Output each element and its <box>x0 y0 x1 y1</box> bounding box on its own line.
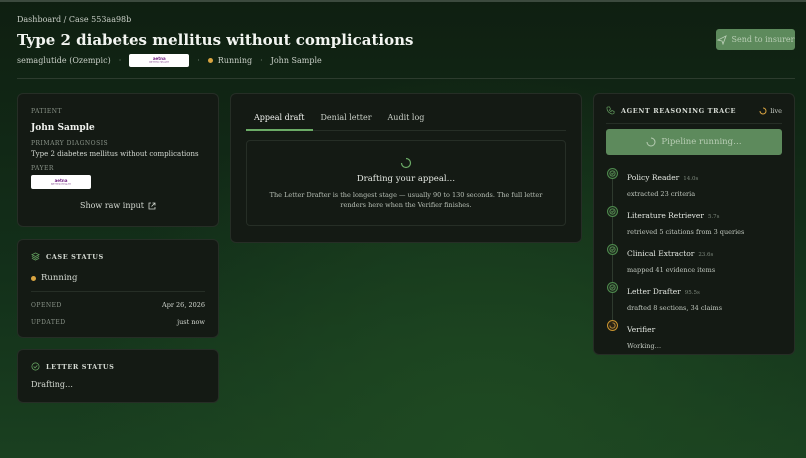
patient-name: John Sample <box>31 123 95 133</box>
payer-logo: aetna BETTER HEALTH <box>129 53 190 67</box>
diagnosis-text: Type 2 diabetes mellitus without complic… <box>31 150 199 158</box>
trace-title: AGENT REASONING TRACE <box>621 106 737 115</box>
diagnosis-label: PRIMARY DIAGNOSIS <box>31 140 109 147</box>
step-desc: mapped 41 evidence items <box>627 266 716 274</box>
top-border <box>0 0 806 2</box>
running-dot <box>207 57 213 63</box>
step-desc: Working… <box>627 342 662 350</box>
spinner-icon <box>400 157 412 169</box>
check-circle-icon <box>31 362 40 371</box>
letter-status-card: LETTER STATUS Drafting… <box>17 349 219 403</box>
step-pending-icon <box>607 320 618 331</box>
trace-step: Literature Retriever 5.7s retrieved 5 cit… <box>606 203 782 241</box>
tab-denial-letter[interactable]: Denial letter <box>313 110 380 131</box>
step-name: Policy Reader <box>627 173 680 182</box>
phone-icon <box>606 106 615 115</box>
trace-step: Clinical Extractor 23.6s mapped 41 eviden… <box>606 241 782 279</box>
case-status-value: Running <box>31 273 205 283</box>
page-title: Type 2 diabetes mellitus without complic… <box>17 31 414 49</box>
step-name: Clinical Extractor <box>627 249 695 258</box>
opened-value: Apr 26, 2026 <box>162 301 205 309</box>
opened-row: OPENED Apr 26, 2026 <box>31 301 205 309</box>
trace-step: Policy Reader 14.0s extracted 23 criteria <box>606 165 782 203</box>
meta-status: Running <box>217 55 253 65</box>
step-desc: retrieved 5 citations from 3 queries <box>627 228 745 236</box>
breadcrumb[interactable]: Dashboard / Case 553aa98b <box>17 15 131 24</box>
drug-name: semaglutide (Ozempic) <box>17 55 111 65</box>
tab-bar: Appeal draft Denial letter Audit log <box>246 110 566 131</box>
trace-step: Verifier Working… <box>606 317 782 355</box>
header-divider <box>17 78 795 79</box>
patient-card: PATIENT John Sample PRIMARY DIAGNOSIS Ty… <box>17 93 219 227</box>
trace-step: Letter Drafter 95.5s drafted 8 sections, … <box>606 279 782 317</box>
live-spinner-icon <box>759 107 767 114</box>
tab-audit-log[interactable]: Audit log <box>380 110 433 131</box>
step-desc: drafted 8 sections, 34 claims <box>627 304 723 312</box>
case-status-title: CASE STATUS <box>46 252 104 261</box>
live-indicator: live <box>759 107 782 115</box>
show-raw-input-link[interactable]: Show raw input <box>31 201 205 210</box>
draft-status-box: Drafting your appeal… The Letter Drafter… <box>246 140 566 226</box>
draft-title: Drafting your appeal… <box>356 174 456 184</box>
step-desc: extracted 23 criteria <box>627 190 696 198</box>
step-done-icon <box>607 168 618 179</box>
pipeline-spinner-icon <box>646 137 656 147</box>
step-time: 14.0s <box>683 176 699 182</box>
step-done-icon <box>607 282 618 293</box>
payer-label: PAYER <box>31 165 54 172</box>
send-to-insurer-button[interactable]: Send to insurer <box>716 29 795 50</box>
pipeline-running-button[interactable]: Pipeline running… <box>606 129 782 155</box>
patient-label: PATIENT <box>31 108 62 115</box>
trace-steps: Policy Reader 14.0s extracted 23 criteria… <box>606 165 782 355</box>
agent-trace-card: AGENT REASONING TRACE live Pipeline runn… <box>593 93 795 355</box>
payer-logo-card: aetna BETTER HEALTH <box>31 175 91 189</box>
step-name: Verifier <box>627 325 656 334</box>
step-done-icon <box>607 244 618 255</box>
tab-appeal-draft[interactable]: Appeal draft <box>246 110 313 131</box>
step-name: Literature Retriever <box>627 211 704 220</box>
external-link-icon <box>148 202 156 209</box>
case-status-card: CASE STATUS Running OPENED Apr 26, 2026 … <box>17 239 219 338</box>
step-done-icon <box>607 206 618 217</box>
step-time: 5.7s <box>707 214 720 220</box>
send-icon <box>716 34 727 45</box>
appeal-panel: Appeal draft Denial letter Audit log Dra… <box>230 93 582 243</box>
status-dot <box>31 275 36 281</box>
draft-description: The Letter Drafter is the longest stage … <box>269 191 543 209</box>
updated-value: just now <box>177 318 205 326</box>
meta-patient: John Sample <box>270 55 322 65</box>
letter-status-title: LETTER STATUS <box>46 362 115 371</box>
step-time: 95.5s <box>684 290 700 296</box>
step-time: 23.6s <box>698 252 714 258</box>
updated-row: UPDATED just now <box>31 318 205 326</box>
step-name: Letter Drafter <box>627 287 681 296</box>
case-meta: semaglutide (Ozempic) · aetna BETTER HEA… <box>17 53 322 67</box>
letter-status-text: Drafting… <box>31 380 74 389</box>
layers-icon <box>31 252 40 261</box>
